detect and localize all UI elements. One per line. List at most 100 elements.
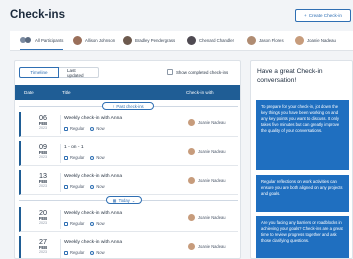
- divider: [60, 115, 61, 134]
- row-title[interactable]: 1 - on - 1: [64, 145, 84, 150]
- checkin-with-name: Joanie Nadeau: [198, 244, 226, 249]
- tag-label: Now: [96, 184, 105, 189]
- tag-label: Regular: [70, 126, 85, 131]
- row-date: 20 FEB 2023: [33, 209, 53, 226]
- divider: [60, 144, 61, 163]
- today-pill[interactable]: ▦ Today ⌄: [106, 196, 142, 204]
- row-tags: Regular Now: [64, 250, 105, 255]
- column-title: Title: [62, 90, 71, 95]
- chevron-down-icon: ⌄: [131, 197, 136, 203]
- participant-bradley-pendergrass[interactable]: Bradley Pendergrass: [123, 31, 175, 50]
- row-title[interactable]: Weekly check-in with Anna: [64, 240, 122, 245]
- past-checkins-label: Past check-ins: [116, 103, 144, 109]
- group-icon: [20, 36, 32, 45]
- checkins-page: Check-ins + Create Check-in All Particip…: [0, 0, 353, 259]
- avatar: [247, 36, 256, 45]
- participant-label: All Participants: [35, 37, 64, 43]
- participant-label: Bradley Pendergrass: [135, 38, 176, 43]
- participant-jason-flores[interactable]: Jason Flores: [247, 31, 284, 50]
- checkin-with: Joanie Nadeau: [188, 243, 226, 250]
- clock-icon: [90, 126, 95, 131]
- column-date: Date: [24, 90, 34, 95]
- tip-card: To prepare for your check-in, jot down t…: [256, 100, 349, 170]
- row-date: 06 FEB 2023: [33, 114, 53, 131]
- participant-label: Jason Flores: [259, 38, 284, 43]
- participant-chenard-chandler[interactable]: Chenard Chandler: [187, 31, 234, 50]
- participant-label: Chenard Chandler: [199, 38, 235, 43]
- calendar-icon: [64, 126, 68, 131]
- date-day: 13: [39, 171, 47, 180]
- tag-regular: Regular: [64, 184, 84, 189]
- avatar: [187, 36, 196, 45]
- row-date: 09 FEB 2023: [33, 143, 53, 160]
- row-date: 27 FEB 2023: [33, 238, 53, 255]
- table-header: Date Title Check-in with: [15, 85, 240, 100]
- checkin-with: Joanie Nadeau: [188, 148, 226, 155]
- row-date: 13 FEB 2023: [33, 172, 53, 189]
- date-day: 20: [39, 208, 47, 217]
- tag-regular: Regular: [64, 126, 84, 131]
- checkin-with: Joanie Nadeau: [188, 119, 226, 126]
- tag-now: Now: [90, 155, 105, 160]
- tip-card: Are you facing any barriers or roadblock…: [256, 216, 349, 258]
- divider: [60, 210, 61, 229]
- tab-timeline[interactable]: Timeline: [19, 67, 59, 78]
- today-label: Today: [118, 197, 130, 203]
- tag-label: Now: [96, 126, 105, 131]
- tag-now: Now: [90, 221, 105, 226]
- row-title[interactable]: Weekly check-in with Anna: [64, 174, 122, 179]
- create-checkin-button[interactable]: + Create Check-in: [295, 9, 351, 22]
- tips-heading: Have a great Check-in conversation!: [257, 68, 323, 84]
- divider: [60, 239, 61, 258]
- row-title[interactable]: Weekly check-in with Anna: [64, 116, 122, 121]
- table-row[interactable]: 27 FEB 2023 Weekly check-in with Anna Re…: [19, 236, 238, 258]
- show-completed-checkbox[interactable]: [167, 69, 173, 75]
- calendar-icon: [64, 155, 68, 160]
- tab-last-updated[interactable]: Last updated: [59, 67, 99, 78]
- page-title: Check-ins: [10, 9, 65, 21]
- checkin-with-name: Joanie Nadeau: [198, 178, 226, 183]
- timeline-panel: Timeline Last updated Show completed che…: [14, 60, 241, 259]
- show-completed-toggle[interactable]: Show completed check-ins: [167, 69, 228, 75]
- table-row[interactable]: 09 FEB 2023 1 - on - 1 Regular Now Joani…: [19, 141, 238, 166]
- tag-label: Regular: [70, 184, 85, 189]
- table-row[interactable]: 20 FEB 2023 Weekly check-in with Anna Re…: [19, 207, 238, 232]
- participant-label: Joanie Nadeau: [307, 38, 336, 43]
- column-checkin-with: Check-in with: [186, 90, 214, 95]
- row-title[interactable]: Weekly check-in with Anna: [64, 211, 122, 216]
- row-tags: Regular Now: [64, 126, 105, 131]
- date-day: 09: [39, 142, 47, 151]
- avatar: [188, 177, 195, 184]
- date-year: 2023: [39, 155, 47, 160]
- checkin-with: Joanie Nadeau: [188, 177, 226, 184]
- participant-label: Allison Johnson: [85, 38, 116, 43]
- table-row[interactable]: 13 FEB 2023 Weekly check-in with Anna Re…: [19, 170, 238, 195]
- participant-all[interactable]: All Participants: [20, 31, 64, 50]
- calendar-icon: [64, 184, 68, 189]
- avatar: [73, 36, 82, 45]
- date-year: 2023: [39, 126, 47, 131]
- calendar-icon: [64, 250, 68, 255]
- clock-icon: [90, 155, 95, 160]
- tag-label: Regular: [70, 221, 85, 226]
- show-completed-label: Show completed check-ins: [176, 69, 229, 75]
- tag-label: Now: [96, 155, 105, 160]
- table-row[interactable]: 06 FEB 2023 Weekly check-in with Anna Re…: [19, 112, 238, 137]
- tag-now: Now: [90, 126, 105, 131]
- checkin-with-name: Joanie Nadeau: [198, 149, 226, 154]
- tag-regular: Regular: [64, 155, 84, 160]
- date-year: 2023: [39, 250, 47, 255]
- tag-regular: Regular: [64, 221, 84, 226]
- clock-icon: [90, 250, 95, 255]
- row-tags: Regular Now: [64, 221, 105, 226]
- participant-joanie-nadeau[interactable]: Joanie Nadeau: [295, 31, 336, 50]
- participant-allison-johnson[interactable]: Allison Johnson: [73, 31, 115, 50]
- tag-label: Regular: [70, 155, 85, 160]
- tag-now: Now: [90, 184, 105, 189]
- divider: [60, 173, 61, 192]
- tag-now: Now: [90, 250, 105, 255]
- past-checkins-pill[interactable]: ↑ Past check-ins: [102, 102, 154, 110]
- checkin-with-name: Joanie Nadeau: [198, 120, 226, 125]
- date-year: 2023: [39, 184, 47, 189]
- date-day: 06: [39, 113, 47, 122]
